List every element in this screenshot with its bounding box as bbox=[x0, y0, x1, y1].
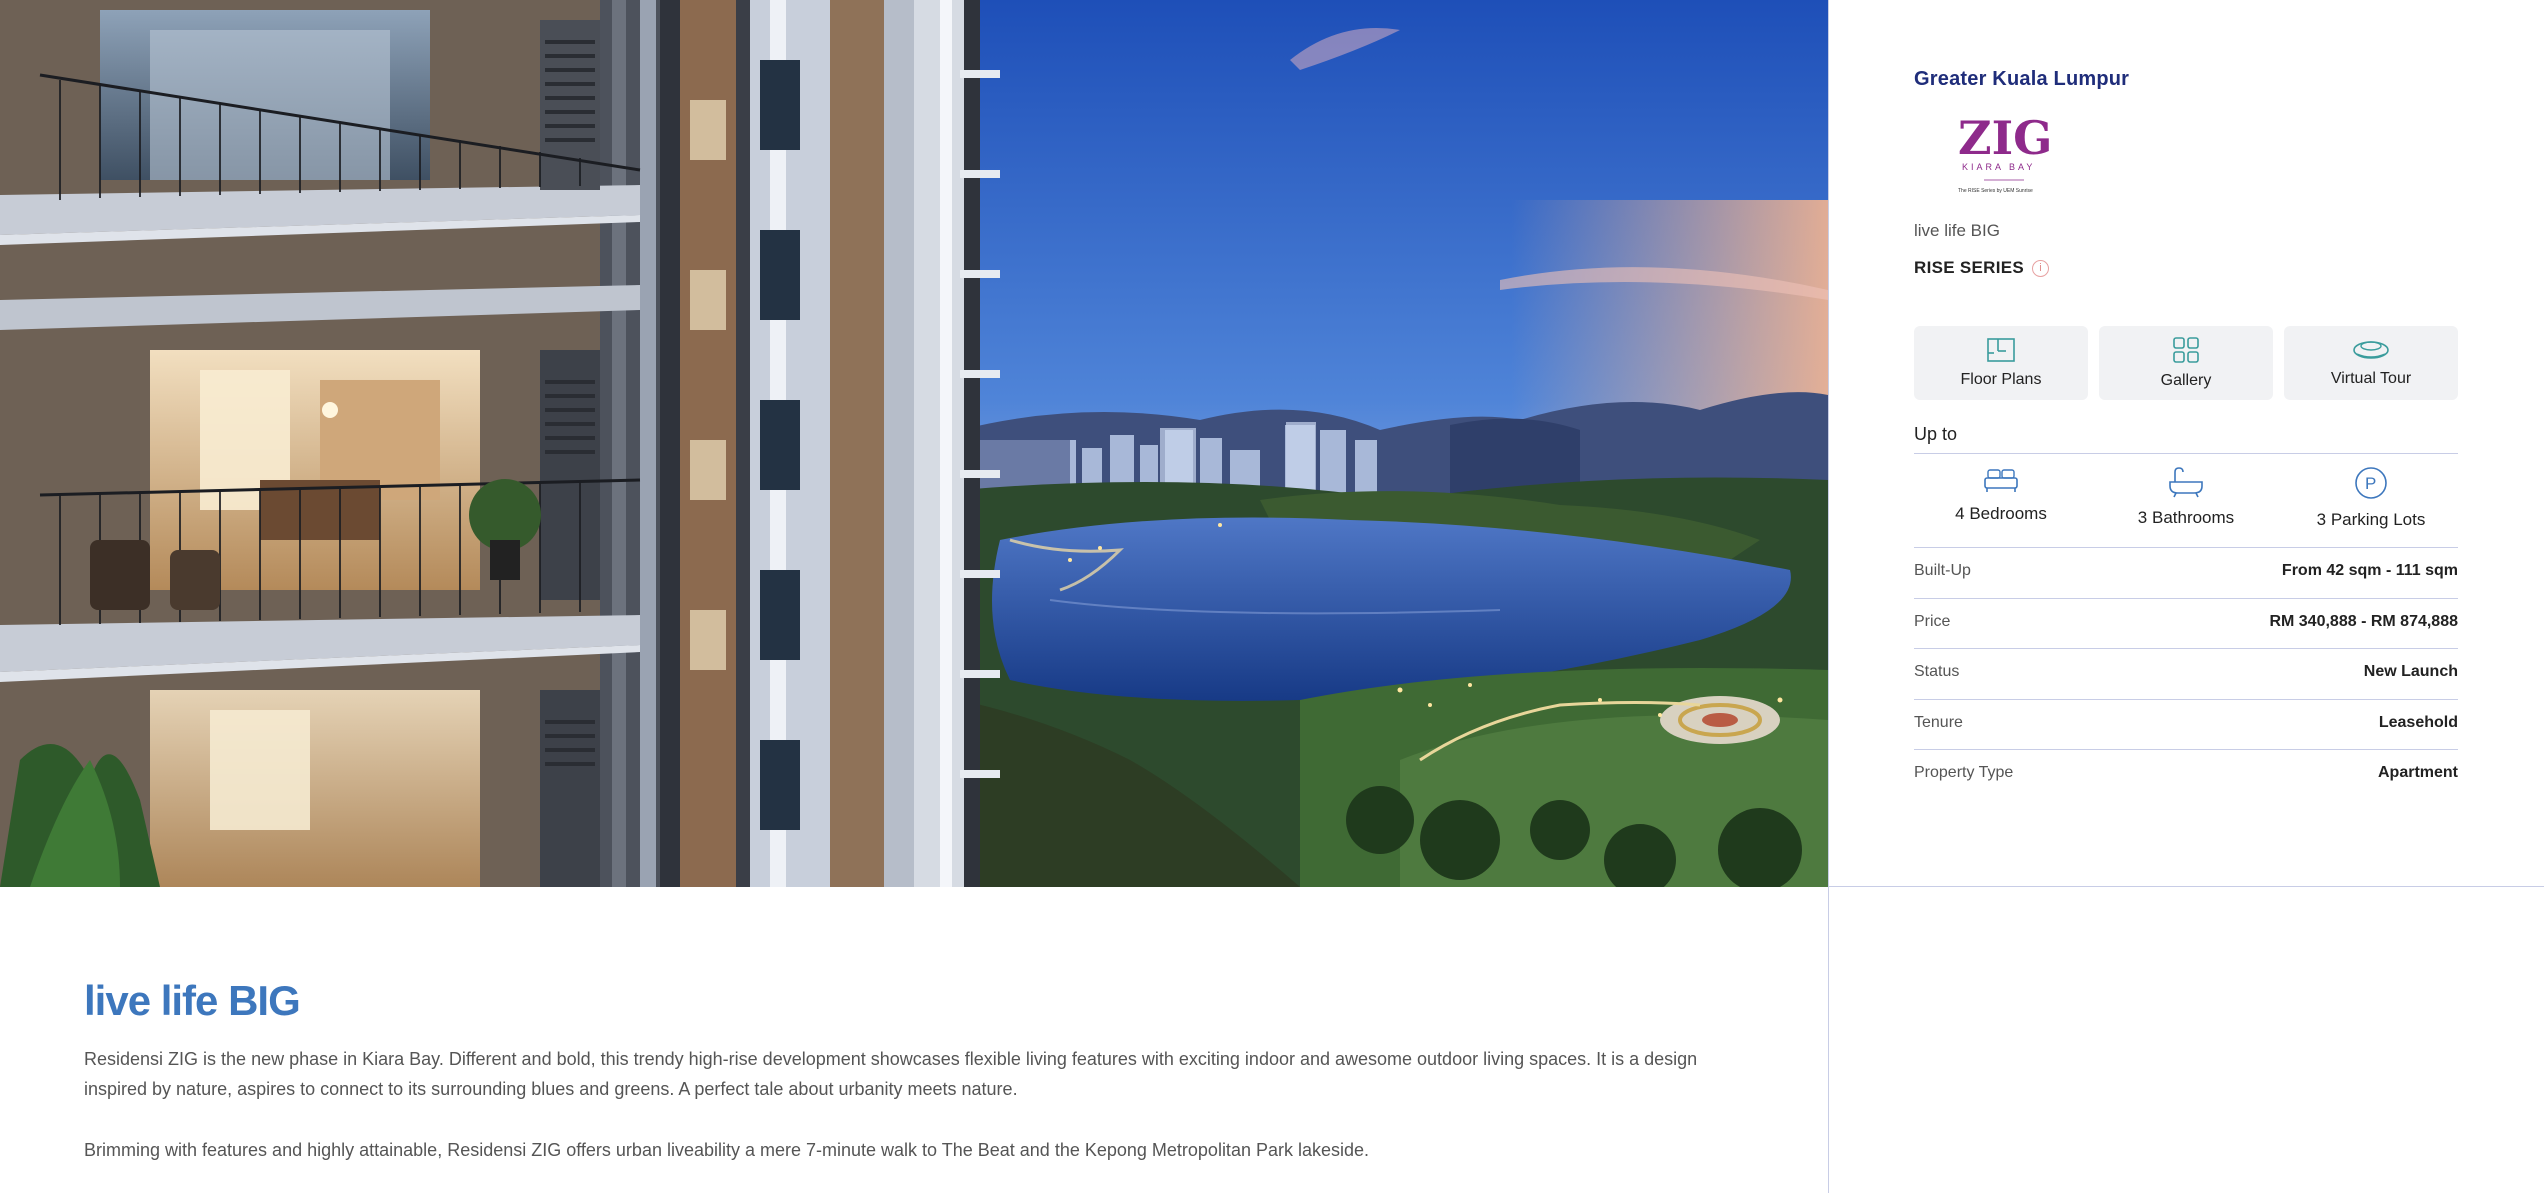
media-actions: Floor Plans Gallery Virtual Tour bbox=[1914, 326, 2458, 400]
spec-label: Built-Up bbox=[1914, 562, 1971, 579]
feature-bathrooms: 3 Bathrooms bbox=[2099, 466, 2273, 530]
spec-value: From 42 sqm - 111 sqm bbox=[2281, 562, 2458, 579]
up-to-label: Up to bbox=[1914, 424, 1958, 444]
logo-mark: ZIG KIARA BAY The RISE Series by UEM Sun… bbox=[1958, 111, 2052, 194]
bathrooms-label: 3 Bathrooms bbox=[2137, 508, 2235, 527]
divider bbox=[1914, 749, 2458, 750]
virtual-tour-icon bbox=[2353, 341, 2389, 359]
property-summary-panel: Greater Kuala Lumpur ZIG KIARA BAY The R… bbox=[1828, 0, 2544, 1193]
info-icon[interactable]: i bbox=[2032, 259, 2050, 277]
series-name: RISE SERIES bbox=[1914, 258, 2025, 277]
spec-label: Tenure bbox=[1914, 714, 1963, 731]
region-label: Greater Kuala Lumpur bbox=[1914, 68, 2130, 90]
floor-plans-button[interactable]: Floor Plans bbox=[1914, 326, 2088, 400]
hero-render-illustration bbox=[0, 0, 1828, 887]
svg-text:P: P bbox=[2365, 474, 2376, 493]
divider bbox=[1914, 453, 2458, 454]
floor-plans-label: Floor Plans bbox=[1960, 371, 2042, 388]
gallery-grid-icon bbox=[2173, 337, 2199, 363]
spec-built-up: Built-Up From 42 sqm - 111 sqm bbox=[1914, 562, 2458, 580]
spec-value: New Launch bbox=[2363, 663, 2458, 680]
bathtub-icon bbox=[2169, 467, 2203, 498]
divider bbox=[1914, 547, 2458, 548]
unit-features: 4 Bedrooms 3 Bathrooms P 3 Parking Lots bbox=[1914, 466, 2458, 530]
spec-price: Price RM 340,888 - RM 874,888 bbox=[1914, 613, 2458, 631]
divider bbox=[1914, 648, 2458, 649]
svg-text:KIARA BAY: KIARA BAY bbox=[1962, 162, 2035, 172]
zig-kiara-bay-logo: ZIG KIARA BAY The RISE Series by UEM Sun… bbox=[1954, 110, 2054, 202]
spec-label: Price bbox=[1914, 613, 1951, 630]
project-description: live life BIG Residensi ZIG is the new p… bbox=[84, 980, 1764, 1165]
bedrooms-label: 4 Bedrooms bbox=[1955, 504, 2047, 523]
svg-text:ZIG: ZIG bbox=[1958, 111, 2052, 165]
bed-icon bbox=[1984, 469, 2018, 492]
virtual-tour-label: Virtual Tour bbox=[2330, 370, 2412, 387]
svg-text:The RISE Series by UEM Sunrise: The RISE Series by UEM Sunrise bbox=[1958, 188, 2033, 194]
description-paragraph-1: Residensi ZIG is the new phase in Kiara … bbox=[84, 1049, 1698, 1099]
project-tagline: live life BIG bbox=[1914, 221, 2000, 240]
spec-label: Property Type bbox=[1914, 764, 2014, 781]
series-label: RISE SERIES i bbox=[1914, 258, 2050, 278]
description-paragraph-2: Brimming with features and highly attain… bbox=[84, 1140, 1370, 1160]
feature-bedrooms: 4 Bedrooms bbox=[1914, 466, 2088, 530]
divider bbox=[1914, 699, 2458, 700]
feature-parking: P 3 Parking Lots bbox=[2284, 466, 2458, 530]
spec-label: Status bbox=[1914, 663, 1960, 680]
spec-property-type: Property Type Apartment bbox=[1914, 764, 2458, 782]
divider bbox=[1914, 598, 2458, 599]
spec-status: Status New Launch bbox=[1914, 663, 2458, 681]
panel-divider bbox=[1829, 886, 2544, 887]
spec-value: Leasehold bbox=[2378, 714, 2458, 731]
parking-icon: P bbox=[2355, 467, 2387, 499]
gallery-label: Gallery bbox=[2160, 372, 2212, 389]
description-heading: live life BIG bbox=[84, 977, 301, 1024]
parking-label: 3 Parking Lots bbox=[2316, 510, 2426, 529]
gallery-button[interactable]: Gallery bbox=[2099, 326, 2273, 400]
floor-plan-icon bbox=[1987, 338, 2015, 362]
spec-tenure: Tenure Leasehold bbox=[1914, 714, 2458, 732]
hero-image bbox=[0, 0, 1828, 887]
spec-value: Apartment bbox=[2377, 764, 2458, 781]
spec-value: RM 340,888 - RM 874,888 bbox=[2269, 613, 2458, 630]
virtual-tour-button[interactable]: Virtual Tour bbox=[2284, 326, 2458, 400]
